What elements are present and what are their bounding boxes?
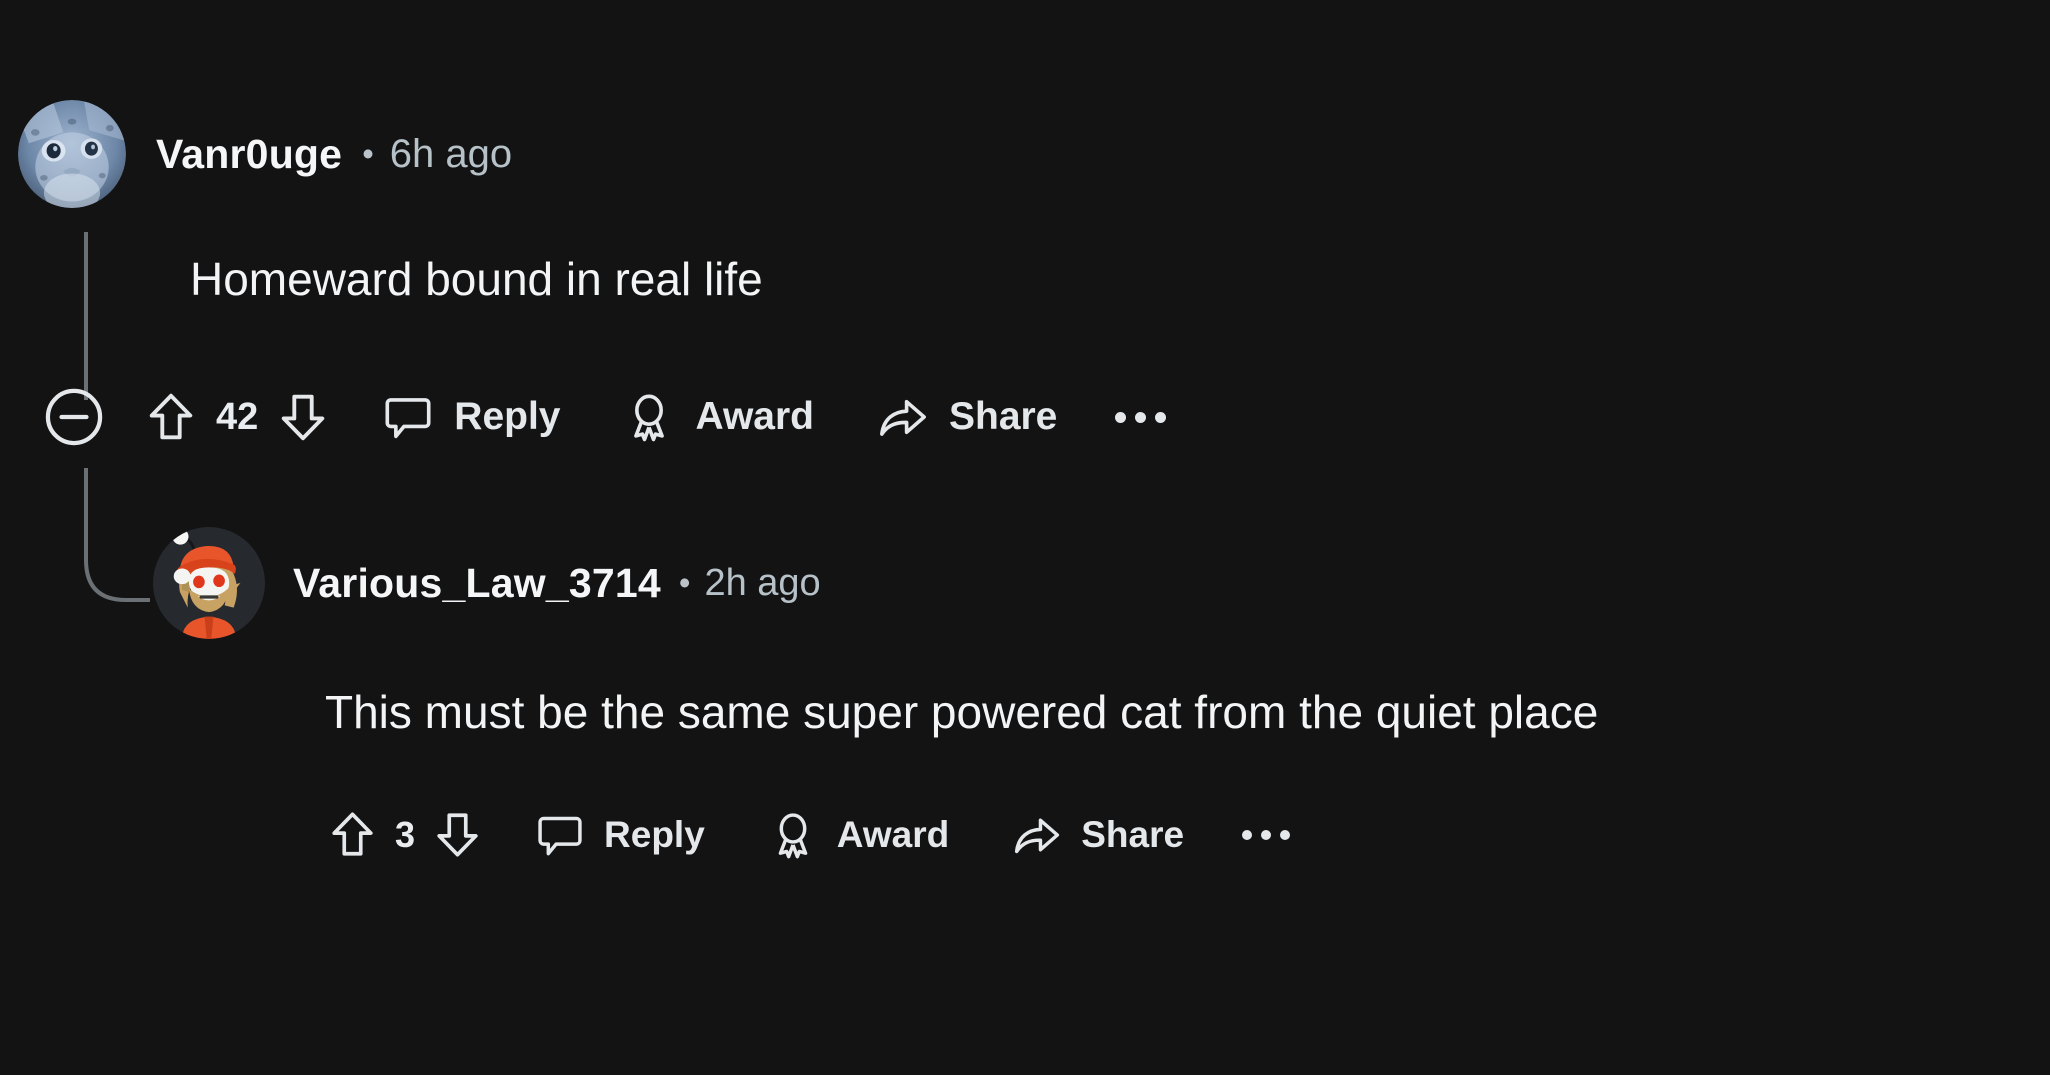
collapse-thread-button[interactable]: [40, 383, 108, 451]
award-ribbon-icon: [634, 394, 665, 442]
reply-share-button[interactable]: Share: [1011, 809, 1184, 861]
comment-author-username[interactable]: Vanr0uge: [156, 131, 342, 178]
award-label: Award: [695, 395, 814, 438]
reply-button[interactable]: Reply: [381, 390, 560, 444]
downvote-arrow-icon: [282, 394, 325, 441]
metadata-separator: •: [362, 135, 374, 172]
comment-timestamp[interactable]: 6h ago: [390, 132, 512, 177]
minus-circle-icon: [45, 388, 103, 446]
downvote-button[interactable]: [274, 388, 332, 446]
comment-body-text: Homeward bound in real life: [190, 253, 763, 305]
reply-upvote-button[interactable]: [325, 807, 380, 862]
comment-header: Vanr0uge • 6h ago: [18, 100, 512, 208]
ellipsis-dot-2: [1135, 411, 1147, 423]
reply-timestamp[interactable]: 2h ago: [704, 562, 820, 605]
reply-metadata-separator: •: [678, 564, 691, 601]
comment-bubble-icon: [538, 816, 582, 855]
reply-label: Reply: [454, 395, 561, 438]
award-ribbon-icon: [778, 812, 808, 858]
comment-action-bar: 42 Reply Award Share: [40, 383, 1167, 451]
ellipsis-dot-1: [1115, 411, 1127, 423]
share-label: Share: [1081, 813, 1185, 855]
upvote-arrow-icon: [332, 812, 373, 856]
ellipsis-dot-3: [1155, 411, 1167, 423]
comment-bubble-icon: [385, 398, 431, 439]
reply-award-button[interactable]: Award: [767, 809, 949, 861]
comment-thread-page: Vanr0uge • 6h ago Homeward bound in real…: [0, 0, 2050, 1075]
reply-header: Various_Law_3714 • 2h ago: [153, 527, 821, 639]
reply-body-text: This must be the same super powered cat …: [325, 686, 1599, 738]
ellipsis-dot-1: [1242, 829, 1253, 840]
vote-score: 42: [216, 395, 259, 438]
snoo-avatar[interactable]: [153, 527, 265, 639]
reply-vote-score: 3: [395, 813, 416, 855]
reply-downvote-button[interactable]: [430, 807, 485, 862]
award-button[interactable]: Award: [622, 390, 814, 444]
ellipsis-dot-3: [1280, 829, 1291, 840]
upvote-button[interactable]: [142, 388, 200, 446]
reply-action-bar: 3 Reply Award Share: [325, 807, 1291, 862]
snow-leopard-avatar-art: [18, 100, 126, 208]
reply-author-username[interactable]: Various_Law_3714: [293, 560, 661, 607]
reply-reply-button[interactable]: Reply: [534, 809, 705, 861]
snoo-avatar-art: [153, 527, 265, 639]
downvote-arrow-icon: [437, 813, 478, 857]
more-options-button[interactable]: [1115, 411, 1167, 423]
share-arrow-icon: [1015, 818, 1060, 853]
share-button[interactable]: Share: [876, 390, 1057, 444]
share-label: Share: [948, 395, 1058, 438]
ellipsis-dot-2: [1261, 829, 1272, 840]
reply-more-options-button[interactable]: [1242, 829, 1291, 840]
reply-label: Reply: [604, 813, 705, 855]
share-arrow-icon: [880, 399, 926, 436]
snow-leopard-avatar[interactable]: [18, 100, 126, 208]
upvote-arrow-icon: [149, 393, 193, 440]
award-label: Award: [836, 813, 950, 855]
